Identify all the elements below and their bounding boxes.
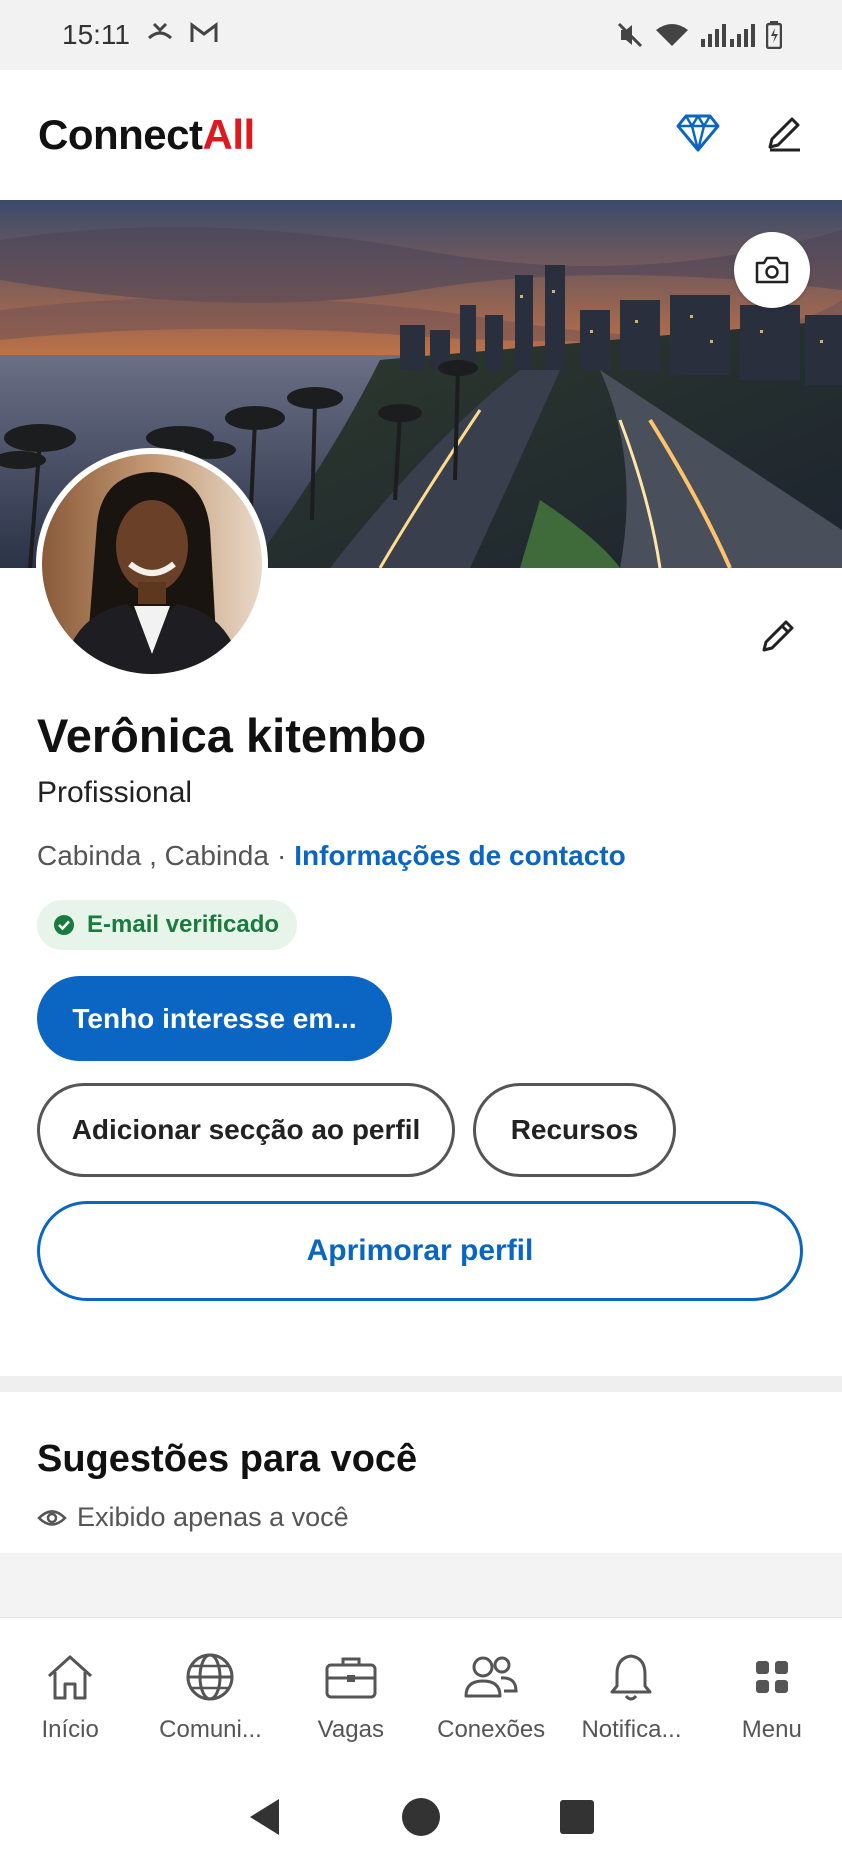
contact-info-link[interactable]: Informações de contacto bbox=[294, 840, 625, 872]
edit-profile-pencil-icon[interactable] bbox=[754, 610, 804, 660]
logo-all: All bbox=[202, 111, 256, 158]
email-verified-badge: E-mail verificado bbox=[37, 900, 298, 950]
bell-icon bbox=[608, 1650, 654, 1704]
nav-community-label: Comuni... bbox=[159, 1716, 262, 1743]
nav-menu-label: Menu bbox=[741, 1716, 802, 1743]
gmail-icon bbox=[190, 19, 218, 51]
bottom-nav: Início Comuni... Vagas Conexões Notifica… bbox=[0, 1617, 842, 1772]
premium-diamond-icon[interactable] bbox=[676, 113, 720, 158]
home-circle-icon[interactable] bbox=[401, 1797, 441, 1842]
signal-icon bbox=[700, 22, 756, 48]
briefcase-icon bbox=[324, 1650, 378, 1704]
logo-connect: Connect bbox=[38, 111, 203, 158]
status-bar: 15:11 bbox=[0, 0, 842, 70]
grid-icon bbox=[754, 1650, 790, 1704]
header-actions bbox=[676, 113, 804, 158]
globe-icon bbox=[185, 1650, 235, 1704]
suggestions-subtitle-row: Exibido apenas a você bbox=[37, 1502, 349, 1533]
nav-community[interactable]: Comuni... bbox=[140, 1618, 280, 1772]
location-separator: · bbox=[276, 840, 287, 871]
feed-gap bbox=[0, 1553, 842, 1617]
profile-location-row: Cabinda , Cabinda · Informações de conta… bbox=[37, 840, 626, 872]
status-left: 15:11 bbox=[62, 19, 218, 51]
profile-location: Cabinda , Cabinda bbox=[37, 840, 269, 871]
nav-connections-label: Conexões bbox=[437, 1716, 546, 1743]
app-logo[interactable]: ConnectAll bbox=[38, 111, 255, 159]
status-right bbox=[616, 21, 782, 49]
profile-headline: Profissional bbox=[37, 776, 193, 809]
recents-square-icon[interactable] bbox=[559, 1799, 595, 1840]
app-header: ConnectAll bbox=[0, 70, 842, 200]
verified-label: E-mail verificado bbox=[87, 911, 280, 938]
avatar-photo bbox=[42, 454, 262, 674]
nav-notifications-label: Notifica... bbox=[581, 1716, 682, 1743]
camera-icon bbox=[755, 256, 789, 284]
eye-icon bbox=[37, 1509, 67, 1526]
suggestions-subtitle: Exibido apenas a você bbox=[77, 1502, 349, 1532]
mute-icon bbox=[616, 22, 644, 48]
improve-profile-button[interactable]: Aprimorar perfil bbox=[37, 1201, 803, 1301]
suggestions-title: Sugestões para você bbox=[37, 1438, 418, 1480]
home-icon bbox=[44, 1650, 96, 1704]
nav-jobs-label: Vagas bbox=[317, 1716, 384, 1743]
nav-jobs[interactable]: Vagas bbox=[281, 1618, 421, 1772]
resources-button[interactable]: Recursos bbox=[473, 1083, 676, 1177]
nav-notifications[interactable]: Notifica... bbox=[561, 1618, 701, 1772]
compose-pencil-icon[interactable] bbox=[764, 113, 804, 158]
nav-home-label: Início bbox=[41, 1716, 99, 1743]
nav-connections[interactable]: Conexões bbox=[421, 1618, 561, 1772]
missed-call-icon bbox=[146, 19, 174, 51]
interest-button[interactable]: Tenho interesse em... bbox=[37, 976, 392, 1061]
check-circle-icon bbox=[54, 915, 74, 935]
people-icon bbox=[463, 1650, 519, 1704]
edit-cover-camera-button[interactable] bbox=[734, 232, 810, 308]
wifi-icon bbox=[654, 22, 690, 48]
back-icon[interactable] bbox=[247, 1797, 283, 1842]
add-section-button[interactable]: Adicionar secção ao perfil bbox=[37, 1083, 455, 1177]
profile-name: Verônica kitembo bbox=[37, 709, 427, 762]
battery-icon bbox=[766, 21, 782, 49]
section-divider bbox=[0, 1376, 842, 1392]
status-time: 15:11 bbox=[62, 19, 130, 50]
nav-menu[interactable]: Menu bbox=[702, 1618, 842, 1772]
system-nav-bar bbox=[0, 1772, 842, 1867]
profile-avatar[interactable] bbox=[36, 448, 268, 680]
nav-home[interactable]: Início bbox=[0, 1618, 140, 1772]
